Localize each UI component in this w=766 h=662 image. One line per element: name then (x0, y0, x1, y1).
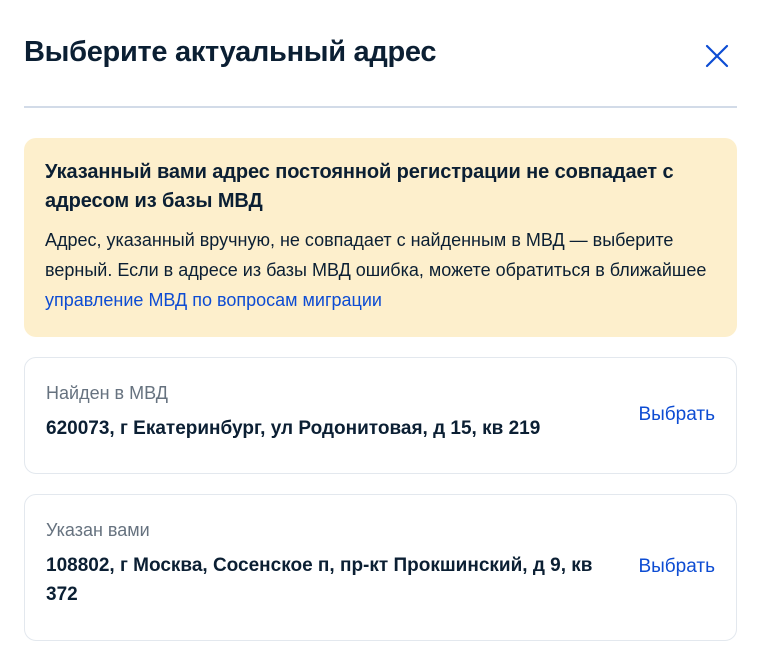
migration-office-link[interactable]: управление МВД по вопросам миграции (45, 290, 382, 310)
address-selection-modal: Выберите актуальный адрес Указанный вами… (24, 0, 737, 641)
address-mismatch-alert: Указанный вами адрес постоянной регистра… (24, 138, 737, 337)
alert-text-body: Адрес, указанный вручную, не совпадает с… (45, 230, 707, 280)
close-button[interactable] (705, 44, 729, 68)
select-mvd-address-button[interactable]: Выбрать (638, 404, 715, 426)
address-option-mvd: Найден в МВД 620073, г Екатеринбург, ул … (24, 357, 737, 474)
alert-title: Указанный вами адрес постоянной регистра… (45, 161, 674, 212)
select-user-address-button[interactable]: Выбрать (638, 556, 715, 578)
address-option-label: Указан вами (46, 520, 150, 540)
close-icon (705, 44, 729, 68)
modal-title: Выберите актуальный адрес (24, 36, 437, 68)
address-option-label: Найден в МВД (46, 383, 168, 403)
address-option-user: Указан вами 108802, г Москва, Сосенское … (24, 494, 737, 641)
address-option-value: 620073, г Екатеринбург, ул Родонитовая, … (46, 418, 541, 439)
alert-text: Адрес, указанный вручную, не совпадает с… (45, 225, 717, 315)
modal-header: Выберите актуальный адрес (24, 0, 737, 108)
address-option-value: 108802, г Москва, Сосенское п, пр-кт Про… (46, 555, 593, 605)
